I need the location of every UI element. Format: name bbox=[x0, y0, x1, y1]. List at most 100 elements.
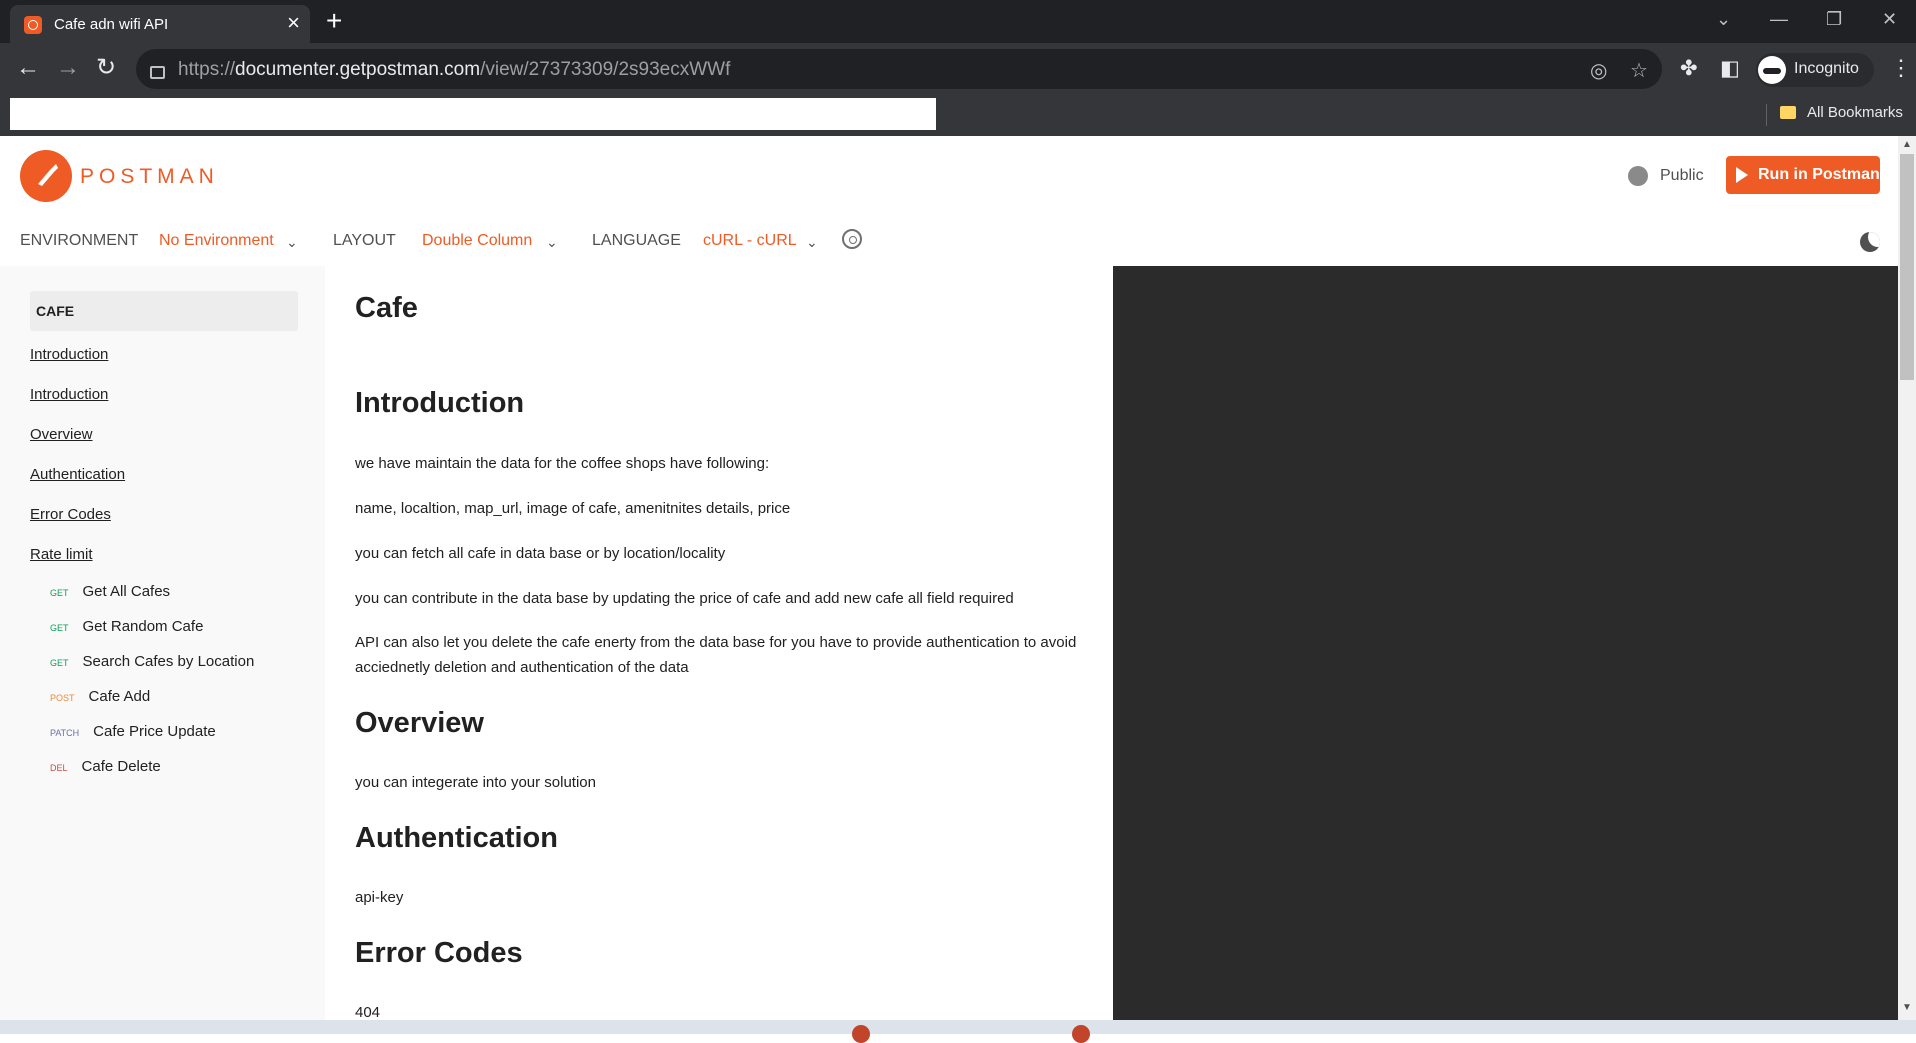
collection-name: CAFE bbox=[36, 303, 75, 319]
settings-gear-icon[interactable] bbox=[842, 229, 862, 249]
new-tab-icon[interactable]: + bbox=[326, 7, 342, 35]
language-dropdown[interactable]: cURL - cURL bbox=[703, 232, 797, 250]
sidebar-request-cafe-price-update[interactable]: PATCH Cafe Price Update bbox=[50, 723, 216, 740]
overview-paragraph: you can integerate into your solution bbox=[355, 774, 596, 791]
sidebar-link-introduction[interactable]: Introduction bbox=[30, 386, 108, 403]
all-bookmarks-button[interactable]: All Bookmarks bbox=[1807, 104, 1903, 121]
sidebar-link-error-codes[interactable]: Error Codes bbox=[30, 506, 111, 523]
postman-favicon-icon bbox=[24, 16, 42, 34]
postman-logo-text[interactable]: POSTMAN bbox=[80, 165, 219, 189]
tab-title: Cafe adn wifi API bbox=[54, 16, 169, 33]
intro-paragraph: we have maintain the data for the coffee… bbox=[355, 455, 770, 472]
taskbar-app-icon[interactable] bbox=[852, 1025, 870, 1043]
sidebar-request-get-all-cafes[interactable]: GET Get All Cafes bbox=[50, 583, 170, 600]
method-badge: GET bbox=[50, 623, 69, 633]
sidebar-link-overview[interactable]: Overview bbox=[30, 426, 93, 443]
taskbar-edge bbox=[0, 1020, 1916, 1043]
documentation-page: POSTMAN Public Run in Postman ENVIRONMEN… bbox=[0, 136, 1898, 1020]
sidebar-link-authentication[interactable]: Authentication bbox=[30, 466, 125, 483]
bookmarks-bar: All Bookmarks bbox=[0, 97, 1916, 136]
incognito-icon bbox=[1758, 56, 1786, 84]
bookmark-star-icon[interactable]: ☆ bbox=[1630, 58, 1648, 83]
method-badge: DEL bbox=[50, 763, 68, 773]
restore-icon[interactable]: ❐ bbox=[1826, 9, 1842, 30]
browser-tab-strip: Cafe adn wifi API × + ⌄ — ❐ ✕ bbox=[0, 0, 1916, 43]
visibility-indicator: Public bbox=[1628, 166, 1704, 186]
authentication-paragraph: api-key bbox=[355, 889, 404, 906]
browser-tab[interactable]: Cafe adn wifi API × bbox=[10, 5, 310, 43]
minimize-icon[interactable]: — bbox=[1770, 9, 1788, 30]
sidebar-request-search-cafes[interactable]: GET Search Cafes by Location bbox=[50, 653, 254, 670]
request-name: Cafe Delete bbox=[81, 758, 161, 775]
environment-label: ENVIRONMENT bbox=[20, 232, 139, 249]
intro-paragraph: you can contribute in the data base by u… bbox=[355, 590, 1014, 607]
intro-paragraph: name, localtion, map_url, image of cafe,… bbox=[355, 500, 791, 517]
method-badge: PATCH bbox=[50, 728, 80, 738]
layout-dropdown[interactable]: Double Column bbox=[422, 232, 532, 250]
chevron-down-icon[interactable]: ⌄ bbox=[286, 234, 298, 251]
browser-menu-icon[interactable]: ⋮ bbox=[1890, 55, 1912, 81]
intro-paragraph: you can fetch all cafe in data base or b… bbox=[355, 545, 726, 562]
section-heading-error-codes: Error Codes bbox=[355, 937, 523, 969]
request-name: Search Cafes by Location bbox=[82, 653, 255, 670]
language-label: LANGUAGE bbox=[592, 232, 681, 249]
url-text: https://documenter.getpostman.com/view/2… bbox=[178, 59, 731, 80]
run-button-label: Run in Postman bbox=[1758, 166, 1880, 183]
taskbar-app-icon[interactable] bbox=[1072, 1025, 1090, 1043]
side-panel-icon[interactable]: ◧ bbox=[1720, 57, 1740, 81]
error-code-value: 404 bbox=[355, 1004, 381, 1020]
dark-mode-toggle-icon[interactable] bbox=[1860, 232, 1880, 252]
globe-icon bbox=[1628, 166, 1648, 186]
visibility-label: Public bbox=[1660, 167, 1704, 184]
bookmarks-divider bbox=[1766, 104, 1767, 126]
sidebar-link-rate-limit[interactable]: Rate limit bbox=[30, 546, 93, 563]
scroll-up-arrow-icon[interactable]: ▲ bbox=[1902, 139, 1912, 150]
chevron-down-icon[interactable]: ⌄ bbox=[806, 234, 818, 251]
folder-icon bbox=[1780, 106, 1796, 119]
postman-logo-icon[interactable] bbox=[20, 150, 72, 202]
sidebar-link-introduction[interactable]: Introduction bbox=[30, 346, 108, 363]
back-icon[interactable]: ← bbox=[16, 55, 40, 81]
browser-toolbar: ← → ↻ https://documenter.getpostman.com/… bbox=[0, 43, 1916, 97]
settings-bar: ENVIRONMENT No Environment ⌄ LAYOUT Doub… bbox=[0, 229, 1898, 262]
forward-icon[interactable]: → bbox=[56, 55, 80, 81]
layout-label: LAYOUT bbox=[333, 232, 396, 249]
extensions-icon[interactable]: ✤ bbox=[1680, 57, 1698, 81]
play-icon bbox=[1736, 167, 1748, 183]
request-name: Get Random Cafe bbox=[82, 618, 204, 635]
tab-close-icon[interactable]: × bbox=[287, 11, 300, 35]
chevron-down-icon[interactable]: ⌄ bbox=[546, 234, 558, 251]
method-badge: GET bbox=[50, 658, 69, 668]
close-window-icon[interactable]: ✕ bbox=[1882, 9, 1897, 30]
page-scrollbar[interactable]: ▲ ▼ bbox=[1898, 136, 1916, 1020]
environment-dropdown[interactable]: No Environment bbox=[159, 232, 274, 250]
run-in-postman-button[interactable]: Run in Postman bbox=[1726, 156, 1880, 194]
sidebar-request-cafe-delete[interactable]: DEL Cafe Delete bbox=[50, 758, 161, 775]
request-name: Cafe Price Update bbox=[93, 723, 216, 740]
method-badge: GET bbox=[50, 588, 69, 598]
scroll-down-arrow-icon[interactable]: ▼ bbox=[1902, 1002, 1912, 1013]
sidebar-request-cafe-add[interactable]: POST Cafe Add bbox=[50, 688, 150, 705]
request-name: Cafe Add bbox=[88, 688, 151, 705]
bookmarks-blank-area bbox=[10, 98, 936, 130]
reload-icon[interactable]: ↻ bbox=[96, 55, 116, 81]
sidebar-request-get-random-cafe[interactable]: GET Get Random Cafe bbox=[50, 618, 203, 635]
request-name: Get All Cafes bbox=[82, 583, 171, 600]
lock-icon[interactable] bbox=[150, 66, 165, 79]
sidebar: CAFE Introduction Introduction Overview … bbox=[0, 266, 325, 1020]
incognito-profile-button[interactable]: Incognito bbox=[1756, 53, 1874, 87]
tracking-blocked-icon[interactable]: ◎ bbox=[1590, 58, 1607, 83]
code-examples-panel bbox=[1113, 266, 1898, 1020]
documentation-content: Cafe Introduction we have maintain the d… bbox=[325, 266, 1113, 1020]
sidebar-collection-heading[interactable]: CAFE bbox=[30, 291, 298, 331]
section-heading-introduction: Introduction bbox=[355, 387, 525, 419]
scrollbar-thumb[interactable] bbox=[1900, 154, 1914, 380]
profile-label: Incognito bbox=[1794, 60, 1859, 77]
address-bar[interactable]: https://documenter.getpostman.com/view/2… bbox=[136, 49, 1662, 89]
section-heading-authentication: Authentication bbox=[355, 822, 558, 854]
intro-paragraph: API can also let you delete the cafe ene… bbox=[355, 634, 1077, 676]
method-badge: POST bbox=[50, 693, 75, 703]
section-heading-overview: Overview bbox=[355, 707, 484, 739]
page-title: Cafe bbox=[355, 292, 418, 324]
tab-search-icon[interactable]: ⌄ bbox=[1716, 9, 1731, 30]
